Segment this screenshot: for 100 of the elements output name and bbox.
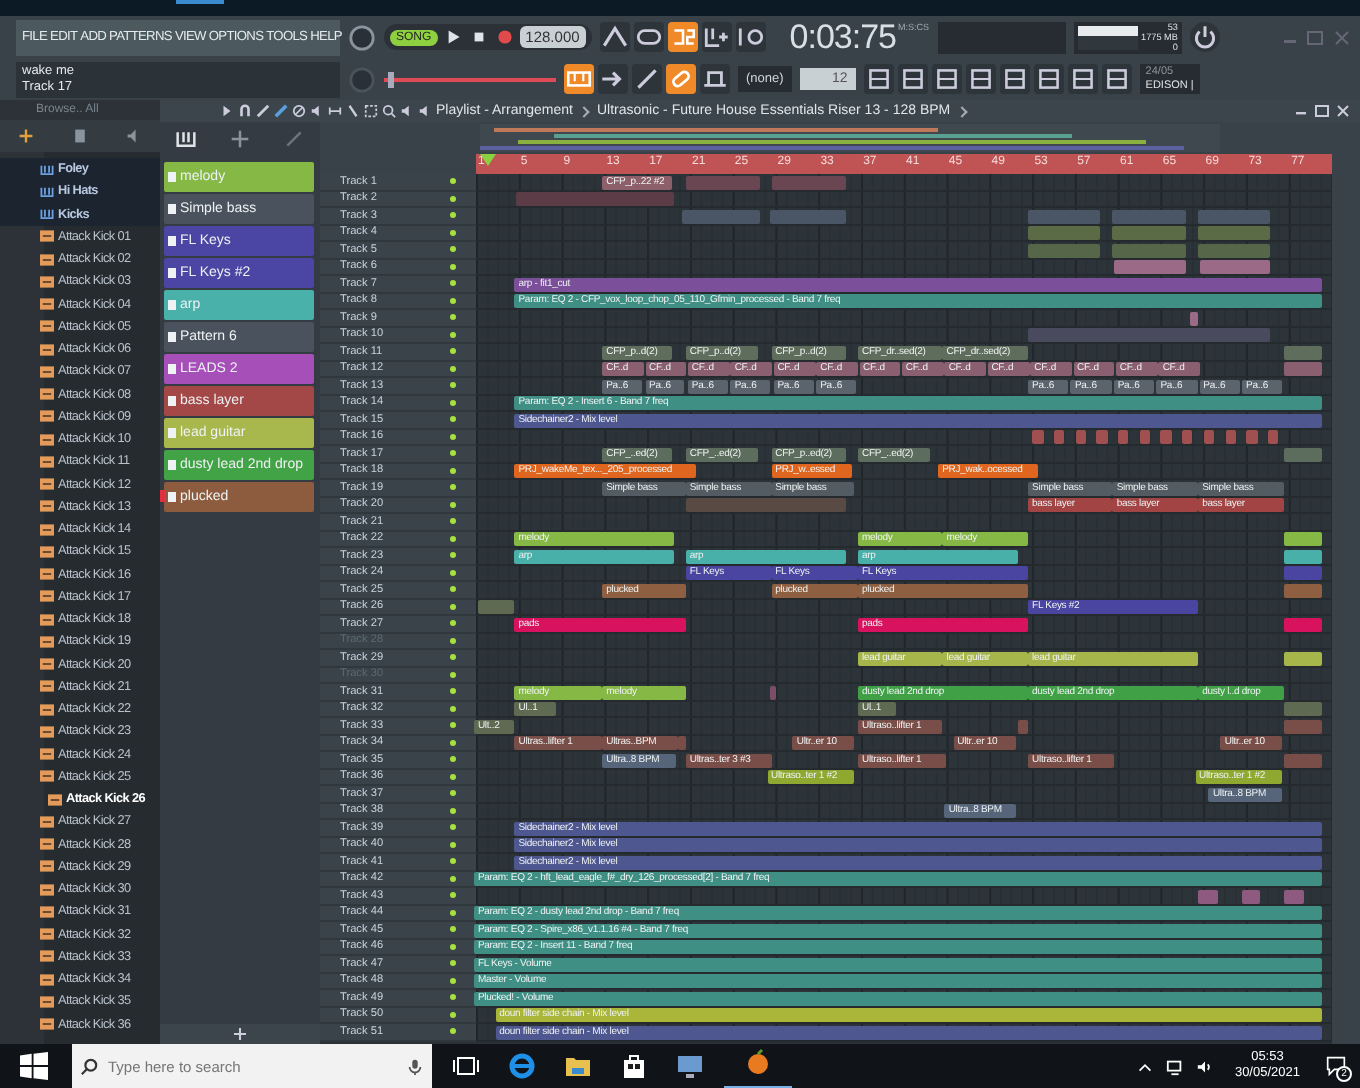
magnet-icon[interactable]	[238, 104, 252, 118]
track-led[interactable]	[450, 552, 456, 559]
clip[interactable]	[1241, 889, 1261, 903]
clip[interactable]	[1027, 328, 1270, 342]
clip[interactable]	[1203, 430, 1215, 444]
window-shortcut-icon[interactable]	[897, 64, 928, 94]
task-view-icon[interactable]	[452, 1052, 480, 1080]
window-shortcut-icon[interactable]	[965, 64, 996, 94]
track-led[interactable]	[450, 858, 456, 865]
track-led[interactable]	[450, 790, 456, 797]
track-led[interactable]	[450, 807, 456, 814]
track-led[interactable]	[450, 1028, 456, 1035]
track-led[interactable]	[450, 569, 456, 576]
shopping-bag-icon[interactable]	[620, 1052, 648, 1080]
move-icon[interactable]	[229, 129, 250, 147]
track-led[interactable]	[450, 892, 456, 899]
select-icon[interactable]	[364, 104, 378, 118]
clip[interactable]	[1028, 243, 1101, 257]
clip[interactable]	[1283, 617, 1322, 631]
clip[interactable]	[1283, 362, 1322, 376]
clip[interactable]	[1182, 430, 1193, 444]
track-led[interactable]	[450, 399, 456, 406]
track-led[interactable]	[450, 348, 456, 355]
track-led[interactable]	[450, 671, 456, 678]
track-led[interactable]	[450, 518, 456, 525]
track-led[interactable]	[450, 484, 456, 491]
clip[interactable]	[1198, 243, 1270, 257]
track-led[interactable]	[450, 603, 456, 610]
clip[interactable]	[516, 192, 674, 206]
volume-icon[interactable]	[1196, 1057, 1215, 1075]
clip[interactable]	[1283, 702, 1322, 716]
network-icon[interactable]	[1166, 1057, 1185, 1075]
clip[interactable]	[1225, 430, 1236, 444]
clip[interactable]	[1112, 226, 1186, 240]
window-shortcut-icon[interactable]	[1067, 64, 1098, 94]
clip[interactable]	[1198, 209, 1270, 223]
clip[interactable]	[1283, 549, 1322, 563]
window-shortcut-icon[interactable]	[999, 64, 1030, 94]
track-led[interactable]	[450, 280, 456, 287]
track-led[interactable]	[450, 773, 456, 780]
track-led[interactable]	[450, 501, 456, 508]
clip[interactable]	[1028, 226, 1101, 240]
track-led[interactable]	[450, 637, 456, 644]
folder-icon[interactable]	[564, 1052, 592, 1080]
track-led[interactable]	[450, 994, 456, 1001]
clip[interactable]	[1283, 719, 1322, 733]
plus-icon[interactable]	[18, 128, 35, 144]
windows-logo-icon[interactable]	[20, 1052, 48, 1080]
clip[interactable]	[1160, 430, 1172, 444]
clip[interactable]	[1283, 583, 1322, 597]
track-led[interactable]	[450, 705, 456, 712]
mute-icon[interactable]	[310, 104, 324, 118]
clip[interactable]	[1246, 430, 1258, 444]
clip[interactable]	[685, 498, 846, 512]
clip[interactable]	[1283, 566, 1322, 580]
clip[interactable]	[769, 685, 777, 699]
pencil-icon[interactable]	[256, 104, 270, 118]
browser-e-icon[interactable]	[508, 1052, 536, 1080]
clip[interactable]	[1027, 209, 1101, 223]
delete-icon[interactable]	[292, 104, 306, 118]
window-shortcut-icon[interactable]	[931, 64, 962, 94]
track-led[interactable]	[450, 841, 456, 848]
track-led[interactable]	[450, 263, 456, 270]
monitor-icon[interactable]	[676, 1052, 704, 1080]
clip[interactable]	[1018, 719, 1027, 733]
track-led[interactable]	[450, 229, 456, 236]
piano-roll-icon[interactable]	[176, 129, 197, 147]
window-shortcut-icon[interactable]	[1101, 64, 1132, 94]
clip[interactable]	[1283, 889, 1304, 903]
clip[interactable]	[769, 209, 846, 223]
track-led[interactable]	[450, 450, 456, 457]
clip[interactable]	[477, 600, 515, 614]
power-icon[interactable]	[1189, 22, 1220, 52]
plus-icon[interactable]	[234, 1028, 246, 1040]
fruit-app-icon[interactable]	[744, 1047, 772, 1075]
slider-thumb[interactable]	[387, 71, 394, 87]
track-led[interactable]	[450, 875, 456, 882]
clip[interactable]	[1112, 209, 1186, 223]
clip[interactable]	[1112, 243, 1186, 257]
scroll-bar[interactable]	[1332, 174, 1360, 1044]
track-led[interactable]	[450, 365, 456, 372]
track-led[interactable]	[450, 722, 456, 729]
track-led[interactable]	[450, 178, 456, 185]
track-led[interactable]	[450, 943, 456, 950]
clip[interactable]	[682, 209, 761, 223]
clip[interactable]	[678, 736, 686, 750]
clip[interactable]	[1190, 311, 1199, 325]
track-led[interactable]	[450, 416, 456, 423]
track-led[interactable]	[450, 620, 456, 627]
track-led[interactable]	[450, 756, 456, 763]
clip[interactable]	[1267, 430, 1279, 444]
clip[interactable]	[1118, 430, 1129, 444]
zoom-icon[interactable]	[382, 104, 396, 118]
track-led[interactable]	[450, 195, 456, 202]
track-led[interactable]	[450, 433, 456, 440]
track-led[interactable]	[450, 926, 456, 933]
track-led[interactable]	[450, 824, 456, 831]
song-overview-strip[interactable]	[480, 124, 1220, 152]
clip[interactable]	[1198, 889, 1218, 903]
speaker-icon[interactable]	[125, 128, 142, 144]
